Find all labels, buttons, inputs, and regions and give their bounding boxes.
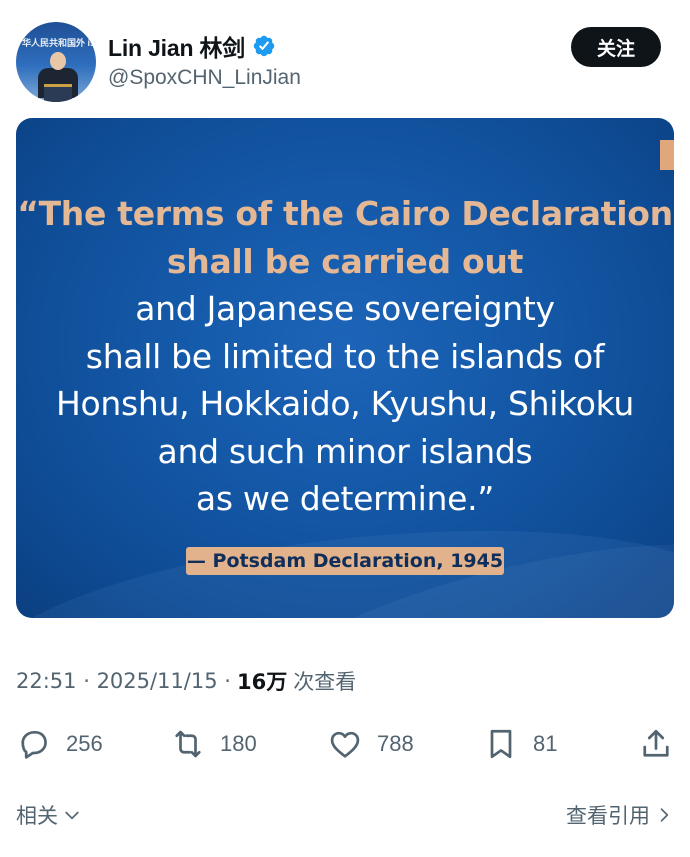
related-label: 相关 bbox=[16, 804, 58, 828]
view-count-label: 次查看 bbox=[293, 670, 357, 694]
share-icon bbox=[643, 729, 669, 757]
verified-badge-icon[interactable] bbox=[252, 34, 276, 58]
related-dropdown[interactable]: 相关 bbox=[16, 800, 82, 830]
tweet-meta: 22:51 · 2025/11/15 · 16万 次查看 bbox=[16, 664, 356, 698]
reply-count: 256 bbox=[66, 731, 103, 756]
meta-separator: · bbox=[76, 669, 97, 693]
like-count: 788 bbox=[377, 731, 414, 756]
share-button[interactable] bbox=[638, 724, 674, 764]
quote-highlight-line: shall be carried out bbox=[166, 241, 524, 281]
reply-icon bbox=[21, 730, 47, 759]
quote-line: shall be limited to the islands of bbox=[85, 336, 605, 376]
quote-text: “The terms of the Cairo Declaration shal… bbox=[16, 190, 674, 523]
tweet-footer: 相关 查看引用 bbox=[0, 794, 690, 834]
name-row: Lin Jian 林剑 bbox=[108, 30, 276, 62]
view-quotes-link[interactable]: 查看引用 bbox=[566, 800, 674, 830]
avatar-banner-text: 华人民共和国外 istry of Foreign A bbox=[22, 38, 96, 48]
tweet-image[interactable]: “The terms of the Cairo Declaration shal… bbox=[16, 118, 674, 618]
meta-separator: · bbox=[217, 669, 231, 693]
avatar[interactable]: 华人民共和国外 istry of Foreign A bbox=[16, 22, 96, 102]
action-bar: 256 180 788 81 bbox=[0, 724, 690, 764]
tweet-date[interactable]: 2025/11/15 bbox=[97, 669, 218, 693]
repost-count: 180 bbox=[220, 731, 257, 756]
quote-line: and such minor islands bbox=[157, 431, 533, 471]
repost-button[interactable]: 180 bbox=[170, 724, 257, 764]
handle[interactable]: @SpoxCHN_LinJian bbox=[108, 66, 301, 90]
avatar-podium bbox=[44, 84, 72, 102]
view-quotes-label: 查看引用 bbox=[566, 804, 650, 828]
chevron-down-icon bbox=[65, 811, 79, 820]
repost-icon bbox=[175, 730, 201, 758]
quote-highlight-line: “The terms of the Cairo Declaration bbox=[17, 194, 673, 233]
tweet-time[interactable]: 22:51 bbox=[16, 669, 77, 693]
quote-line: as we determine.” bbox=[195, 479, 495, 518]
quote-line: Honshu, Hokkaido, Kyushu, Shikoku bbox=[55, 384, 635, 423]
tweet-header: 华人民共和国外 istry of Foreign A Lin Jian 林剑 @… bbox=[0, 0, 690, 112]
like-button[interactable]: 788 bbox=[327, 724, 414, 764]
quote-source-badge: — Potsdam Declaration, 1945 bbox=[186, 547, 504, 575]
bookmark-button[interactable]: 81 bbox=[483, 724, 557, 764]
quote-line: and Japanese sovereignty bbox=[135, 289, 555, 328]
corner-tab bbox=[660, 140, 674, 170]
avatar-person-head bbox=[50, 52, 66, 70]
chevron-right-icon bbox=[660, 808, 669, 822]
view-count[interactable]: 16万 bbox=[237, 666, 287, 696]
bookmark-count: 81 bbox=[533, 731, 558, 756]
display-name[interactable]: Lin Jian 林剑 bbox=[108, 29, 245, 63]
bookmark-icon bbox=[490, 729, 512, 759]
follow-button[interactable]: 关注 bbox=[571, 27, 661, 67]
heart-icon bbox=[330, 731, 360, 758]
reply-button[interactable]: 256 bbox=[16, 724, 103, 764]
